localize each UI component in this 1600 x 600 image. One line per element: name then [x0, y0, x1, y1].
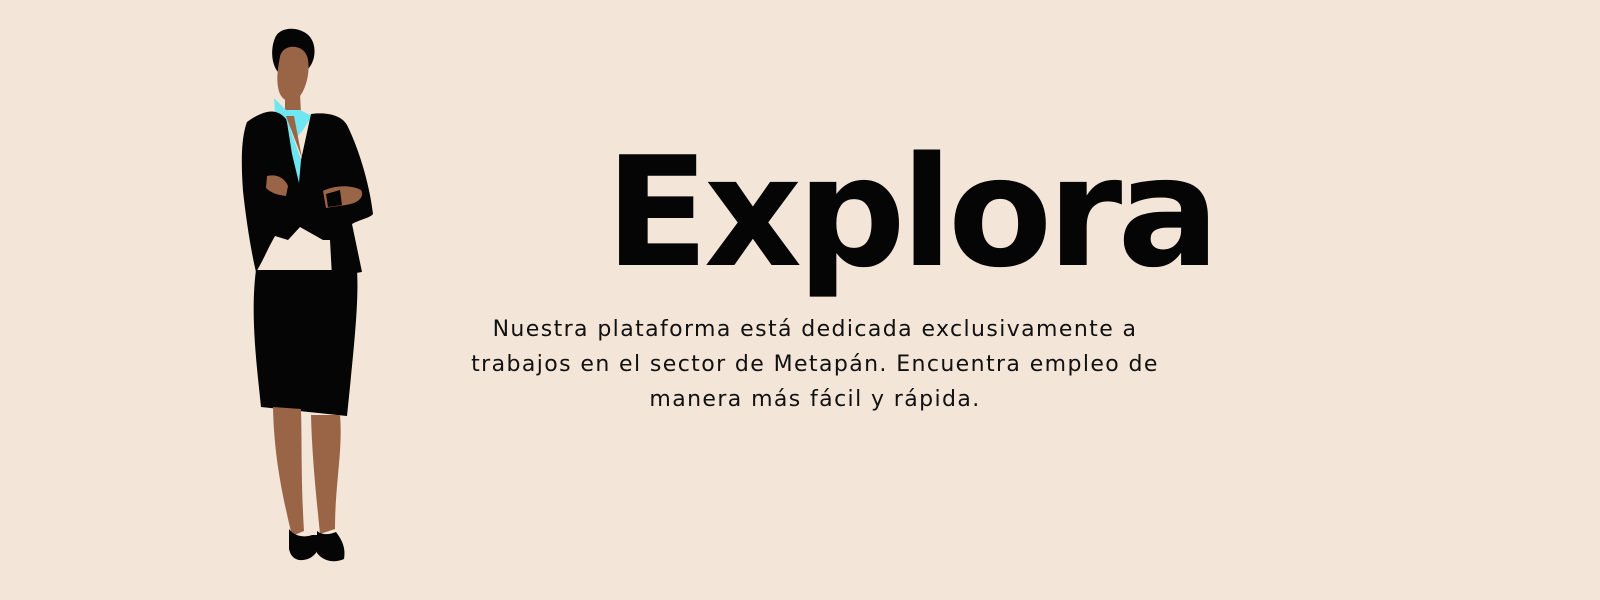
professional-woman-illustration-icon [228, 26, 408, 586]
woman-figure-icon [241, 28, 373, 562]
page-title: Explora [605, 124, 1220, 301]
hero-description: Nuestra plataforma está dedicada exclusi… [471, 317, 1159, 412]
hero-banner: Explora Nuestra plataforma está dedicada… [0, 0, 1600, 600]
